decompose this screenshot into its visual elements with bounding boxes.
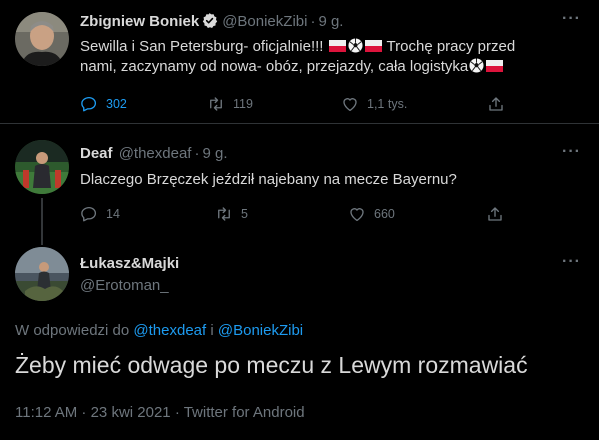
share-button[interactable] — [486, 205, 512, 223]
focused-tweet-text: Żeby mieć odwage po meczu z Lewym rozmaw… — [15, 352, 528, 378]
poland-flag-icon — [328, 38, 346, 52]
avatar[interactable] — [15, 247, 69, 301]
thread-line — [41, 198, 43, 231]
verified-icon — [201, 12, 218, 33]
author-name[interactable]: Deaf — [80, 145, 113, 162]
tweet-time[interactable]: 9 g. — [318, 13, 343, 30]
reply-count: 14 — [106, 207, 120, 221]
more-icon[interactable]: ··· — [562, 253, 581, 271]
poland-flag-icon — [486, 58, 504, 72]
retweet-count: 5 — [241, 207, 248, 221]
separator: · — [310, 13, 316, 30]
author-name[interactable]: Łukasz&Majki — [80, 255, 179, 272]
like-count: 1,1 tys. — [367, 97, 408, 111]
like-button[interactable]: 660 — [348, 205, 395, 223]
like-icon — [350, 208, 364, 222]
reply-icon — [81, 206, 97, 222]
retweet-button[interactable]: 5 — [215, 205, 248, 223]
author-handle[interactable]: @thexdeaf — [119, 145, 192, 162]
like-icon — [343, 98, 357, 112]
mention-link[interactable]: @BoniekZibi — [218, 322, 303, 339]
retweet-icon — [218, 207, 230, 221]
mention-link[interactable]: @thexdeaf — [133, 322, 206, 339]
tweet-header: Deaf @thexdeaf · 9 g. — [80, 145, 228, 162]
reply-count: 302 — [106, 97, 127, 111]
more-icon[interactable]: ··· — [562, 10, 581, 28]
reply-button[interactable]: 14 — [80, 205, 120, 223]
tweet-text-line1b: Trochę pracy przed — [386, 38, 516, 55]
retweet-count: 119 — [233, 97, 253, 111]
share-icon — [488, 207, 502, 221]
reply-icon — [81, 96, 97, 112]
more-icon[interactable]: ··· — [562, 143, 581, 161]
reply-and: i — [210, 322, 214, 339]
tweet-text-line2: nami, zaczynamy od nowa- obóz, przejazdy… — [80, 58, 469, 75]
author-name-line: Łukasz&Majki — [80, 255, 179, 272]
tweet-deaf[interactable]: Deaf @thexdeaf · 9 g. ··· Dlaczego Brzęcze… — [0, 124, 599, 231]
tweet-header: Zbigniew Boniek @BoniekZibi · 9 g. — [80, 12, 343, 33]
avatar[interactable] — [15, 140, 69, 194]
tweet-time[interactable]: 9 g. — [202, 145, 227, 162]
tweet-text: Sewilla i San Petersburg- oficjalnie!!! … — [80, 37, 580, 77]
thread-line — [41, 231, 43, 245]
retweet-icon — [210, 97, 222, 111]
share-icon — [489, 97, 503, 111]
like-count: 660 — [374, 207, 395, 221]
author-handle-line: @Erotoman_ — [80, 277, 169, 294]
tweet-boniek[interactable]: Zbigniew Boniek @BoniekZibi · 9 g. ··· Sewi… — [0, 0, 599, 123]
reply-button[interactable]: 302 — [80, 95, 127, 113]
reply-prefix: W odpowiedzi do — [15, 322, 130, 339]
share-button[interactable] — [487, 95, 513, 113]
author-name[interactable]: Zbigniew Boniek — [80, 13, 199, 30]
author-handle[interactable]: @BoniekZibi — [222, 13, 307, 30]
tweet-meta[interactable]: 11:12 AM · 23 kwi 2021 · Twitter for And… — [15, 404, 305, 421]
author-handle[interactable]: @Erotoman_ — [80, 277, 169, 294]
avatar[interactable] — [15, 12, 69, 66]
tweet-text-line1: Sewilla i San Petersburg- oficjalnie!!! — [80, 38, 324, 55]
like-button[interactable]: 1,1 tys. — [341, 95, 407, 113]
poland-flag-icon — [364, 38, 382, 52]
separator: · — [194, 145, 200, 162]
tweet-text: Dlaczego Brzęczek jeździł najebany na me… — [80, 171, 457, 188]
soccer-ball-icon — [469, 58, 484, 73]
reply-context: W odpowiedzi do @thexdeaf i @BoniekZibi — [15, 322, 303, 339]
soccer-ball-icon — [348, 38, 363, 53]
retweet-button[interactable]: 119 — [207, 95, 253, 113]
